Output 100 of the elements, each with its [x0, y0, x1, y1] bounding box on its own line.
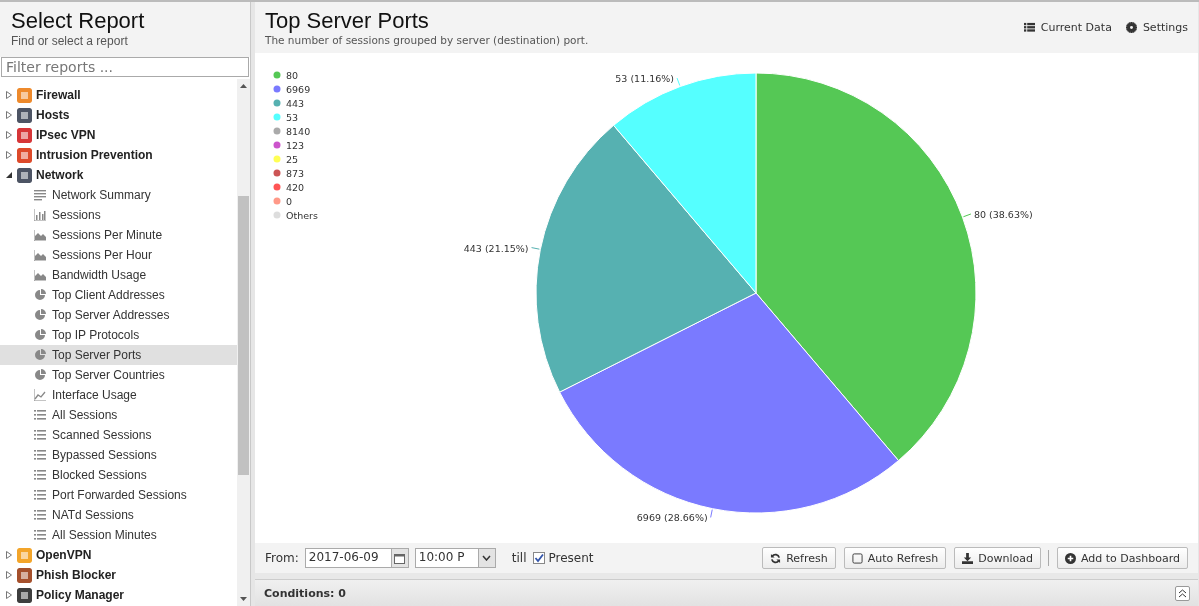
report-title: Top Server Ports — [265, 8, 429, 34]
refresh-icon — [770, 552, 782, 564]
expand-triangle-icon[interactable] — [5, 91, 13, 99]
scroll-down-icon[interactable] — [239, 596, 248, 602]
present-checkbox[interactable] — [532, 552, 545, 564]
report-item[interactable]: Port Forwarded Sessions — [0, 485, 237, 505]
leader-line — [676, 77, 681, 87]
report-item[interactable]: Top Server Countries — [0, 365, 237, 385]
leader-line — [710, 509, 713, 518]
expand-triangle-icon[interactable] — [5, 571, 13, 579]
list-icon — [1023, 22, 1035, 33]
bar-chart-icon — [34, 209, 46, 221]
expand-triangle-icon[interactable] — [5, 111, 13, 119]
report-item[interactable]: Top IP Protocols — [0, 325, 237, 345]
time-field[interactable]: 10:00 P — [414, 548, 496, 568]
list-icon — [34, 529, 46, 541]
legend-item[interactable]: 25 — [273, 154, 299, 165]
expand-triangle-icon[interactable] — [5, 591, 13, 599]
settings-link[interactable]: Settings — [1125, 21, 1188, 34]
legend-item[interactable]: 873 — [273, 168, 305, 179]
pie-slice[interactable] — [613, 72, 757, 294]
report-item[interactable]: Sessions Per Hour — [0, 245, 237, 265]
legend-item[interactable]: 443 — [273, 98, 305, 109]
tree-category[interactable]: Policy Manager — [0, 585, 237, 605]
legend-label: 8140 — [286, 126, 311, 137]
slice-label: 53 (11.16%) — [615, 73, 675, 85]
filter-field[interactable]: Filter reports ... — [1, 57, 249, 77]
tree-category[interactable]: Network — [0, 165, 237, 185]
legend-item[interactable]: 420 — [273, 182, 305, 193]
report-item[interactable]: NATd Sessions — [0, 505, 237, 525]
current-data-link[interactable]: Current Data — [1023, 21, 1112, 34]
expand-triangle-icon[interactable] — [5, 131, 13, 139]
tree-category[interactable]: Firewall — [0, 85, 237, 105]
download-button[interactable]: Download — [954, 547, 1041, 569]
conditions-bar[interactable]: Conditions: 0 — [255, 579, 1198, 606]
date-field[interactable]: 2017-06-09 — [304, 548, 409, 568]
report-item[interactable]: All Sessions — [0, 405, 237, 425]
report-item[interactable]: All Session Minutes — [0, 525, 237, 545]
auto-refresh-button[interactable]: Auto Refresh — [843, 547, 947, 569]
legend-item[interactable]: 6969 — [273, 84, 311, 95]
legend-item[interactable]: 53 — [273, 112, 299, 123]
report-item[interactable]: Scanned Sessions — [0, 425, 237, 445]
scroll-up-icon[interactable] — [239, 83, 248, 89]
legend-item[interactable]: Others — [273, 210, 318, 221]
tree-category[interactable]: Intrusion Prevention — [0, 145, 237, 165]
present-label: Present — [548, 551, 594, 565]
report-item[interactable]: Sessions Per Minute — [0, 225, 237, 245]
legend-item[interactable]: 8140 — [273, 126, 311, 137]
slice-label: 443 (21.15%) — [463, 242, 529, 254]
list-icon — [34, 469, 46, 481]
tree-category[interactable]: Hosts — [0, 105, 237, 125]
legend-label: Others — [286, 210, 318, 221]
list-icon — [34, 509, 46, 521]
report-item[interactable]: Bypassed Sessions — [0, 445, 237, 465]
panel-subtitle: Find or select a report — [11, 34, 128, 48]
tree-category[interactable]: Phish Blocker — [0, 565, 237, 585]
legend-label: 873 — [286, 168, 305, 179]
legend-label: 443 — [286, 98, 305, 109]
tree-category[interactable]: OpenVPN — [0, 545, 237, 565]
line-chart-icon — [34, 389, 46, 401]
report-item[interactable]: Bandwidth Usage — [0, 265, 237, 285]
report-item[interactable]: Interface Usage — [0, 385, 237, 405]
pie-slice[interactable] — [535, 124, 757, 393]
report-description: The number of sessions grouped by server (destination) port. — [265, 34, 589, 46]
legend-label: 53 — [286, 112, 299, 123]
download-icon — [962, 552, 974, 564]
expand-triangle-icon[interactable] — [5, 151, 13, 159]
conditions-label: Conditions: 0 — [264, 586, 346, 600]
legend-label: 420 — [286, 182, 305, 193]
report-item[interactable]: Top Server Ports — [0, 345, 237, 365]
add-icon — [1065, 552, 1076, 564]
settings-icon — [1125, 22, 1137, 33]
calendar-icon[interactable] — [394, 552, 406, 564]
lines-icon — [34, 189, 46, 201]
area-chart-icon — [34, 249, 46, 261]
panel-title: Select Report — [11, 8, 145, 34]
report-item[interactable]: Blocked Sessions — [0, 465, 237, 485]
tree-category[interactable]: IPsec VPN — [0, 125, 237, 145]
slice-label: 80 (38.63%) — [973, 209, 1033, 220]
scrollbar[interactable] — [237, 79, 250, 606]
report-item[interactable]: Network Summary — [0, 185, 237, 205]
leader-line — [531, 247, 540, 250]
pie-chart-icon — [34, 289, 46, 301]
list-icon — [34, 429, 46, 441]
dropdown-caret-icon[interactable] — [482, 555, 492, 561]
till-label: till — [511, 551, 527, 565]
legend-item[interactable]: 80 — [273, 70, 299, 81]
legend-label: 0 — [286, 196, 293, 207]
refresh-button[interactable]: Refresh — [762, 547, 836, 569]
report-item[interactable]: Sessions — [0, 205, 237, 225]
area-chart-icon — [34, 229, 46, 241]
legend-item[interactable]: 0 — [273, 196, 293, 207]
collapse-triangle-icon[interactable] — [5, 171, 13, 179]
collapse-icon[interactable] — [1175, 585, 1190, 601]
pie-slice[interactable] — [559, 292, 899, 514]
report-item[interactable]: Top Server Addresses — [0, 305, 237, 325]
expand-triangle-icon[interactable] — [5, 551, 13, 559]
legend-item[interactable]: 123 — [273, 140, 305, 151]
add-to-dashboard-button[interactable]: Add to Dashboard — [1057, 547, 1188, 569]
report-item[interactable]: Top Client Addresses — [0, 285, 237, 305]
